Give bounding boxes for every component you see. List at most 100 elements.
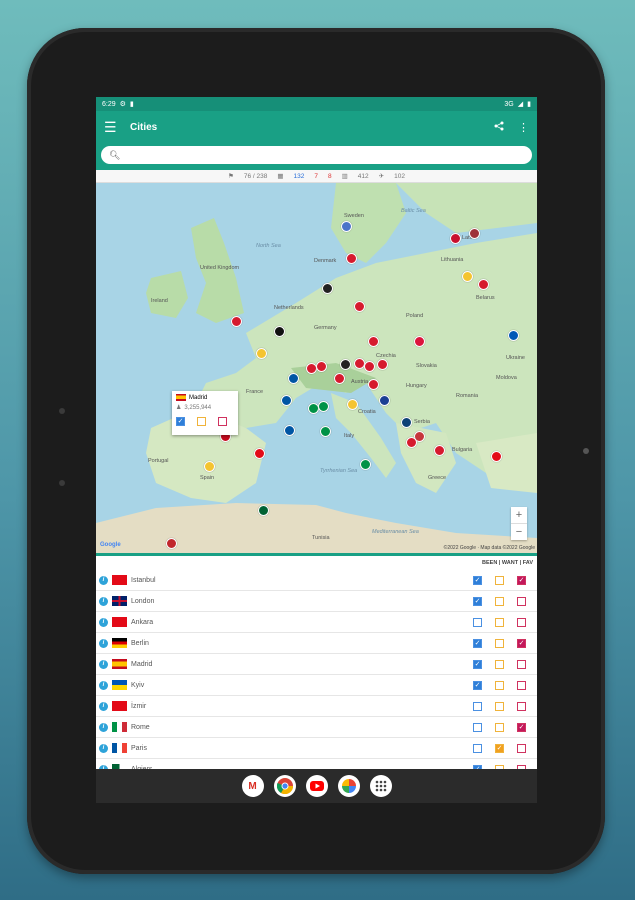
info-icon[interactable]: i <box>99 722 108 732</box>
city-marker[interactable] <box>364 361 375 372</box>
city-marker[interactable] <box>360 459 371 470</box>
city-row[interactable]: i Madrid ✓ <box>96 654 537 675</box>
info-icon[interactable]: i <box>99 596 108 606</box>
info-icon[interactable]: i <box>99 659 108 669</box>
fav-checkbox[interactable] <box>517 743 526 753</box>
city-row[interactable]: i İzmir <box>96 696 537 717</box>
city-marker[interactable] <box>256 348 267 359</box>
fav-checkbox[interactable] <box>517 701 526 711</box>
want-checkbox[interactable]: ✓ <box>495 743 504 753</box>
want-checkbox[interactable] <box>495 659 504 669</box>
city-marker[interactable] <box>368 336 379 347</box>
city-marker[interactable] <box>434 445 445 456</box>
gmail-icon[interactable]: M <box>241 775 264 797</box>
fav-checkbox[interactable]: ✓ <box>517 638 526 648</box>
city-marker[interactable] <box>204 461 215 472</box>
been-checkbox[interactable]: ✓ <box>473 596 482 606</box>
city-marker[interactable] <box>320 426 331 437</box>
zoom-out-button[interactable]: − <box>511 523 527 540</box>
info-icon[interactable]: i <box>99 617 108 627</box>
fav-checkbox[interactable]: ✓ <box>517 722 526 732</box>
been-checkbox[interactable]: ✓ <box>473 659 482 669</box>
been-checkbox[interactable] <box>473 701 482 711</box>
map-attribution[interactable]: ©2022 Google · Map data ©2022 Google <box>444 545 535 551</box>
city-marker[interactable] <box>354 301 365 312</box>
want-checkbox[interactable] <box>495 722 504 732</box>
city-popup[interactable]: Madrid ♟ 3,255,944 ✓ <box>172 391 238 435</box>
info-icon[interactable]: i <box>99 743 108 753</box>
city-list: i Istanbul ✓ ✓ i London ✓ i Ankara i Berlin ✓ ✓ i Madr… <box>96 570 537 780</box>
city-marker[interactable] <box>258 505 269 516</box>
want-checkbox[interactable] <box>495 680 504 690</box>
want-checkbox[interactable] <box>495 638 504 648</box>
city-marker[interactable] <box>334 373 345 384</box>
fav-checkbox[interactable] <box>517 617 526 627</box>
city-marker[interactable] <box>478 279 489 290</box>
city-marker[interactable] <box>288 373 299 384</box>
city-marker[interactable] <box>346 253 357 264</box>
city-marker[interactable] <box>414 336 425 347</box>
city-marker[interactable] <box>281 395 292 406</box>
city-marker[interactable] <box>322 283 333 294</box>
city-marker[interactable] <box>347 399 358 410</box>
city-marker[interactable] <box>377 359 388 370</box>
more-vert-icon[interactable]: ⋮ <box>518 121 529 134</box>
city-marker[interactable] <box>340 359 351 370</box>
want-checkbox[interactable] <box>495 617 504 627</box>
city-row[interactable]: i Istanbul ✓ ✓ <box>96 570 537 591</box>
city-row[interactable]: i Rome ✓ <box>96 717 537 738</box>
city-marker[interactable] <box>341 221 352 232</box>
info-icon[interactable]: i <box>99 575 108 585</box>
info-icon[interactable]: i <box>99 701 108 711</box>
city-marker[interactable] <box>274 326 285 337</box>
city-marker[interactable] <box>231 316 242 327</box>
youtube-icon[interactable] <box>305 775 328 797</box>
been-checkbox[interactable] <box>473 743 482 753</box>
fav-checkbox[interactable] <box>517 680 526 690</box>
city-marker[interactable] <box>450 233 461 244</box>
chrome-icon[interactable] <box>273 775 296 797</box>
popup-been-checkbox[interactable]: ✓ <box>176 417 185 426</box>
been-checkbox[interactable] <box>473 617 482 627</box>
city-marker[interactable] <box>368 379 379 390</box>
photos-icon[interactable] <box>337 775 360 797</box>
city-marker[interactable] <box>379 395 390 406</box>
fav-checkbox[interactable] <box>517 659 526 669</box>
search-bar[interactable]: 🔍︎ <box>101 146 532 164</box>
been-checkbox[interactable]: ✓ <box>473 575 482 585</box>
city-marker[interactable] <box>462 271 473 282</box>
been-checkbox[interactable] <box>473 722 482 732</box>
city-marker[interactable] <box>254 448 265 459</box>
zoom-in-button[interactable]: + <box>511 507 527 523</box>
info-icon[interactable]: i <box>99 680 108 690</box>
been-checkbox[interactable]: ✓ <box>473 680 482 690</box>
city-marker[interactable] <box>401 417 412 428</box>
menu-icon[interactable]: ☰ <box>104 119 130 136</box>
city-row[interactable]: i Berlin ✓ ✓ <box>96 633 537 654</box>
city-marker[interactable] <box>318 401 329 412</box>
want-checkbox[interactable] <box>495 575 504 585</box>
map-view[interactable]: Sweden Baltic Sea North Sea Latvia Lithu… <box>96 183 537 553</box>
city-row[interactable]: i London ✓ <box>96 591 537 612</box>
city-row[interactable]: i Paris ✓ <box>96 738 537 759</box>
city-row[interactable]: i Ankara <box>96 612 537 633</box>
popup-want-checkbox[interactable] <box>197 417 206 426</box>
city-marker[interactable] <box>316 361 327 372</box>
city-marker[interactable] <box>491 451 502 462</box>
apps-grid-icon[interactable] <box>369 775 392 797</box>
city-marker[interactable] <box>166 538 177 549</box>
search-input[interactable] <box>126 149 511 161</box>
want-checkbox[interactable] <box>495 701 504 711</box>
city-row[interactable]: i Kyiv ✓ <box>96 675 537 696</box>
fav-checkbox[interactable] <box>517 596 526 606</box>
been-checkbox[interactable]: ✓ <box>473 638 482 648</box>
city-marker[interactable] <box>469 228 480 239</box>
popup-fav-checkbox[interactable] <box>218 417 227 426</box>
city-marker[interactable] <box>284 425 295 436</box>
fav-checkbox[interactable]: ✓ <box>517 575 526 585</box>
share-icon[interactable] <box>494 121 504 134</box>
city-marker[interactable] <box>508 330 519 341</box>
want-checkbox[interactable] <box>495 596 504 606</box>
info-icon[interactable]: i <box>99 638 108 648</box>
city-marker[interactable] <box>406 437 417 448</box>
